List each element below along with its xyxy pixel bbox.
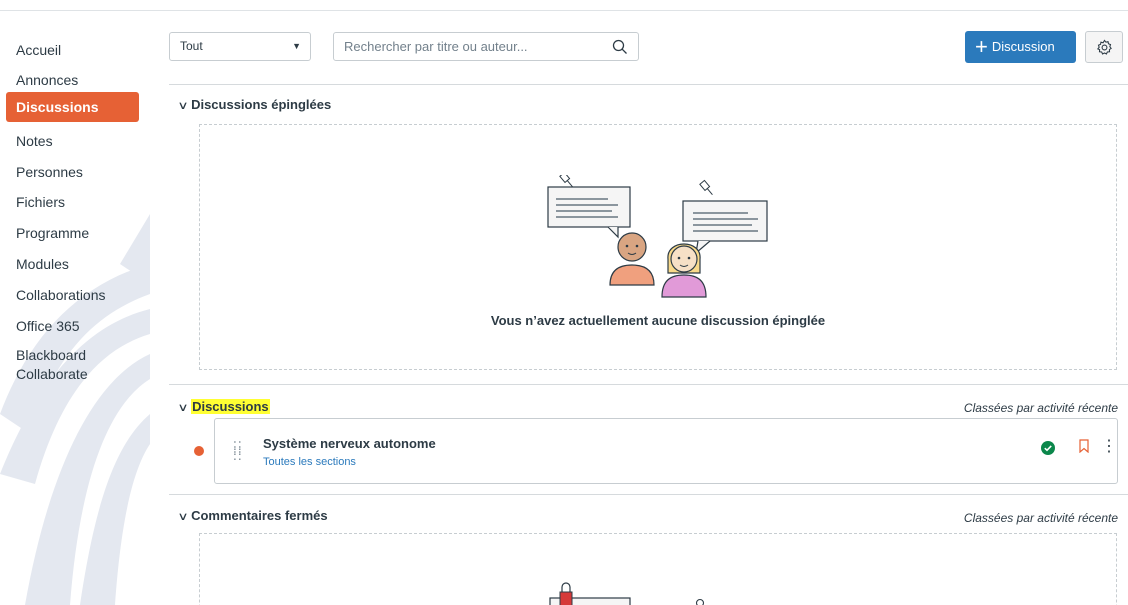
pinned-discussion-illustration: [547, 175, 768, 298]
section-header-closed[interactable]: ∨ Commentaires fermés: [177, 508, 328, 523]
search-icon[interactable]: [612, 39, 628, 55]
filter-select-value: Tout: [180, 39, 203, 53]
pinned-empty-message: Vous n’avez actuellement aucune discussi…: [490, 313, 826, 328]
nav-item-modules[interactable]: Modules: [6, 254, 139, 274]
more-options-icon[interactable]: ⋮: [1101, 439, 1117, 455]
section-title-discussions: Discussions: [191, 399, 270, 414]
published-check-icon[interactable]: [1041, 441, 1055, 455]
nav-item-discussions[interactable]: Discussions: [6, 92, 139, 122]
section-title-closed: Commentaires fermés: [191, 508, 328, 523]
drag-handle-icon[interactable]: ⁚⁚ ⁚⁚ ⁚⁚: [233, 440, 243, 462]
add-discussion-button[interactable]: + Discussion: [965, 31, 1076, 63]
gear-icon: [1096, 39, 1112, 55]
discussion-title[interactable]: Système nerveux autonome: [263, 436, 436, 451]
search-field[interactable]: [333, 32, 639, 61]
nav-item-office-365[interactable]: Office 365: [6, 316, 139, 336]
divider: [169, 384, 1128, 385]
top-divider: [0, 10, 1128, 11]
nav-item-personnes[interactable]: Personnes: [6, 162, 139, 182]
nav-item-programme[interactable]: Programme: [6, 223, 139, 243]
bookmark-icon[interactable]: [1079, 439, 1089, 453]
section-title-pinned: Discussions épinglées: [191, 97, 332, 112]
nav-item-annonces[interactable]: Annonces: [6, 70, 139, 90]
add-discussion-label: Discussion: [991, 39, 1055, 54]
pinned-empty-state: Vous n’avez actuellement aucune discussi…: [199, 124, 1117, 370]
search-input[interactable]: [344, 33, 604, 60]
sort-note: Classées par activité récente: [963, 401, 1118, 415]
closed-empty-state: [199, 533, 1117, 605]
sort-note-closed: Classées par activité récente: [963, 511, 1118, 525]
chevron-down-icon: ∨: [177, 100, 189, 112]
plus-icon: +: [975, 34, 988, 59]
chevron-down-icon: ∨: [177, 511, 189, 523]
section-header-pinned[interactable]: ∨ Discussions épinglées: [177, 97, 332, 112]
nav-item-accueil[interactable]: Accueil: [6, 40, 139, 60]
unread-indicator: [194, 446, 204, 456]
discussion-row[interactable]: ⁚⁚ ⁚⁚ ⁚⁚ Système nerveux autonome Toutes l…: [214, 418, 1118, 484]
divider: [169, 84, 1128, 85]
chevron-down-icon: ∨: [177, 402, 189, 414]
dropdown-arrow-icon: ▼: [292, 41, 301, 51]
nav-item-notes[interactable]: Notes: [6, 131, 139, 151]
settings-button[interactable]: [1085, 31, 1123, 63]
nav-item-blackboard-collaborate[interactable]: Blackboard Collaborate: [6, 346, 116, 384]
nav-item-collaborations[interactable]: Collaborations: [6, 285, 139, 305]
divider: [169, 494, 1128, 495]
section-header-discussions[interactable]: ∨ Discussions: [177, 399, 270, 414]
filter-select[interactable]: Tout ▼: [169, 32, 311, 61]
course-nav: Accueil Annonces Discussions Notes Perso…: [0, 34, 150, 605]
discussion-sections: Toutes les sections: [263, 456, 356, 468]
nav-item-fichiers[interactable]: Fichiers: [6, 192, 139, 212]
locked-discussion-illustration: [549, 582, 705, 605]
